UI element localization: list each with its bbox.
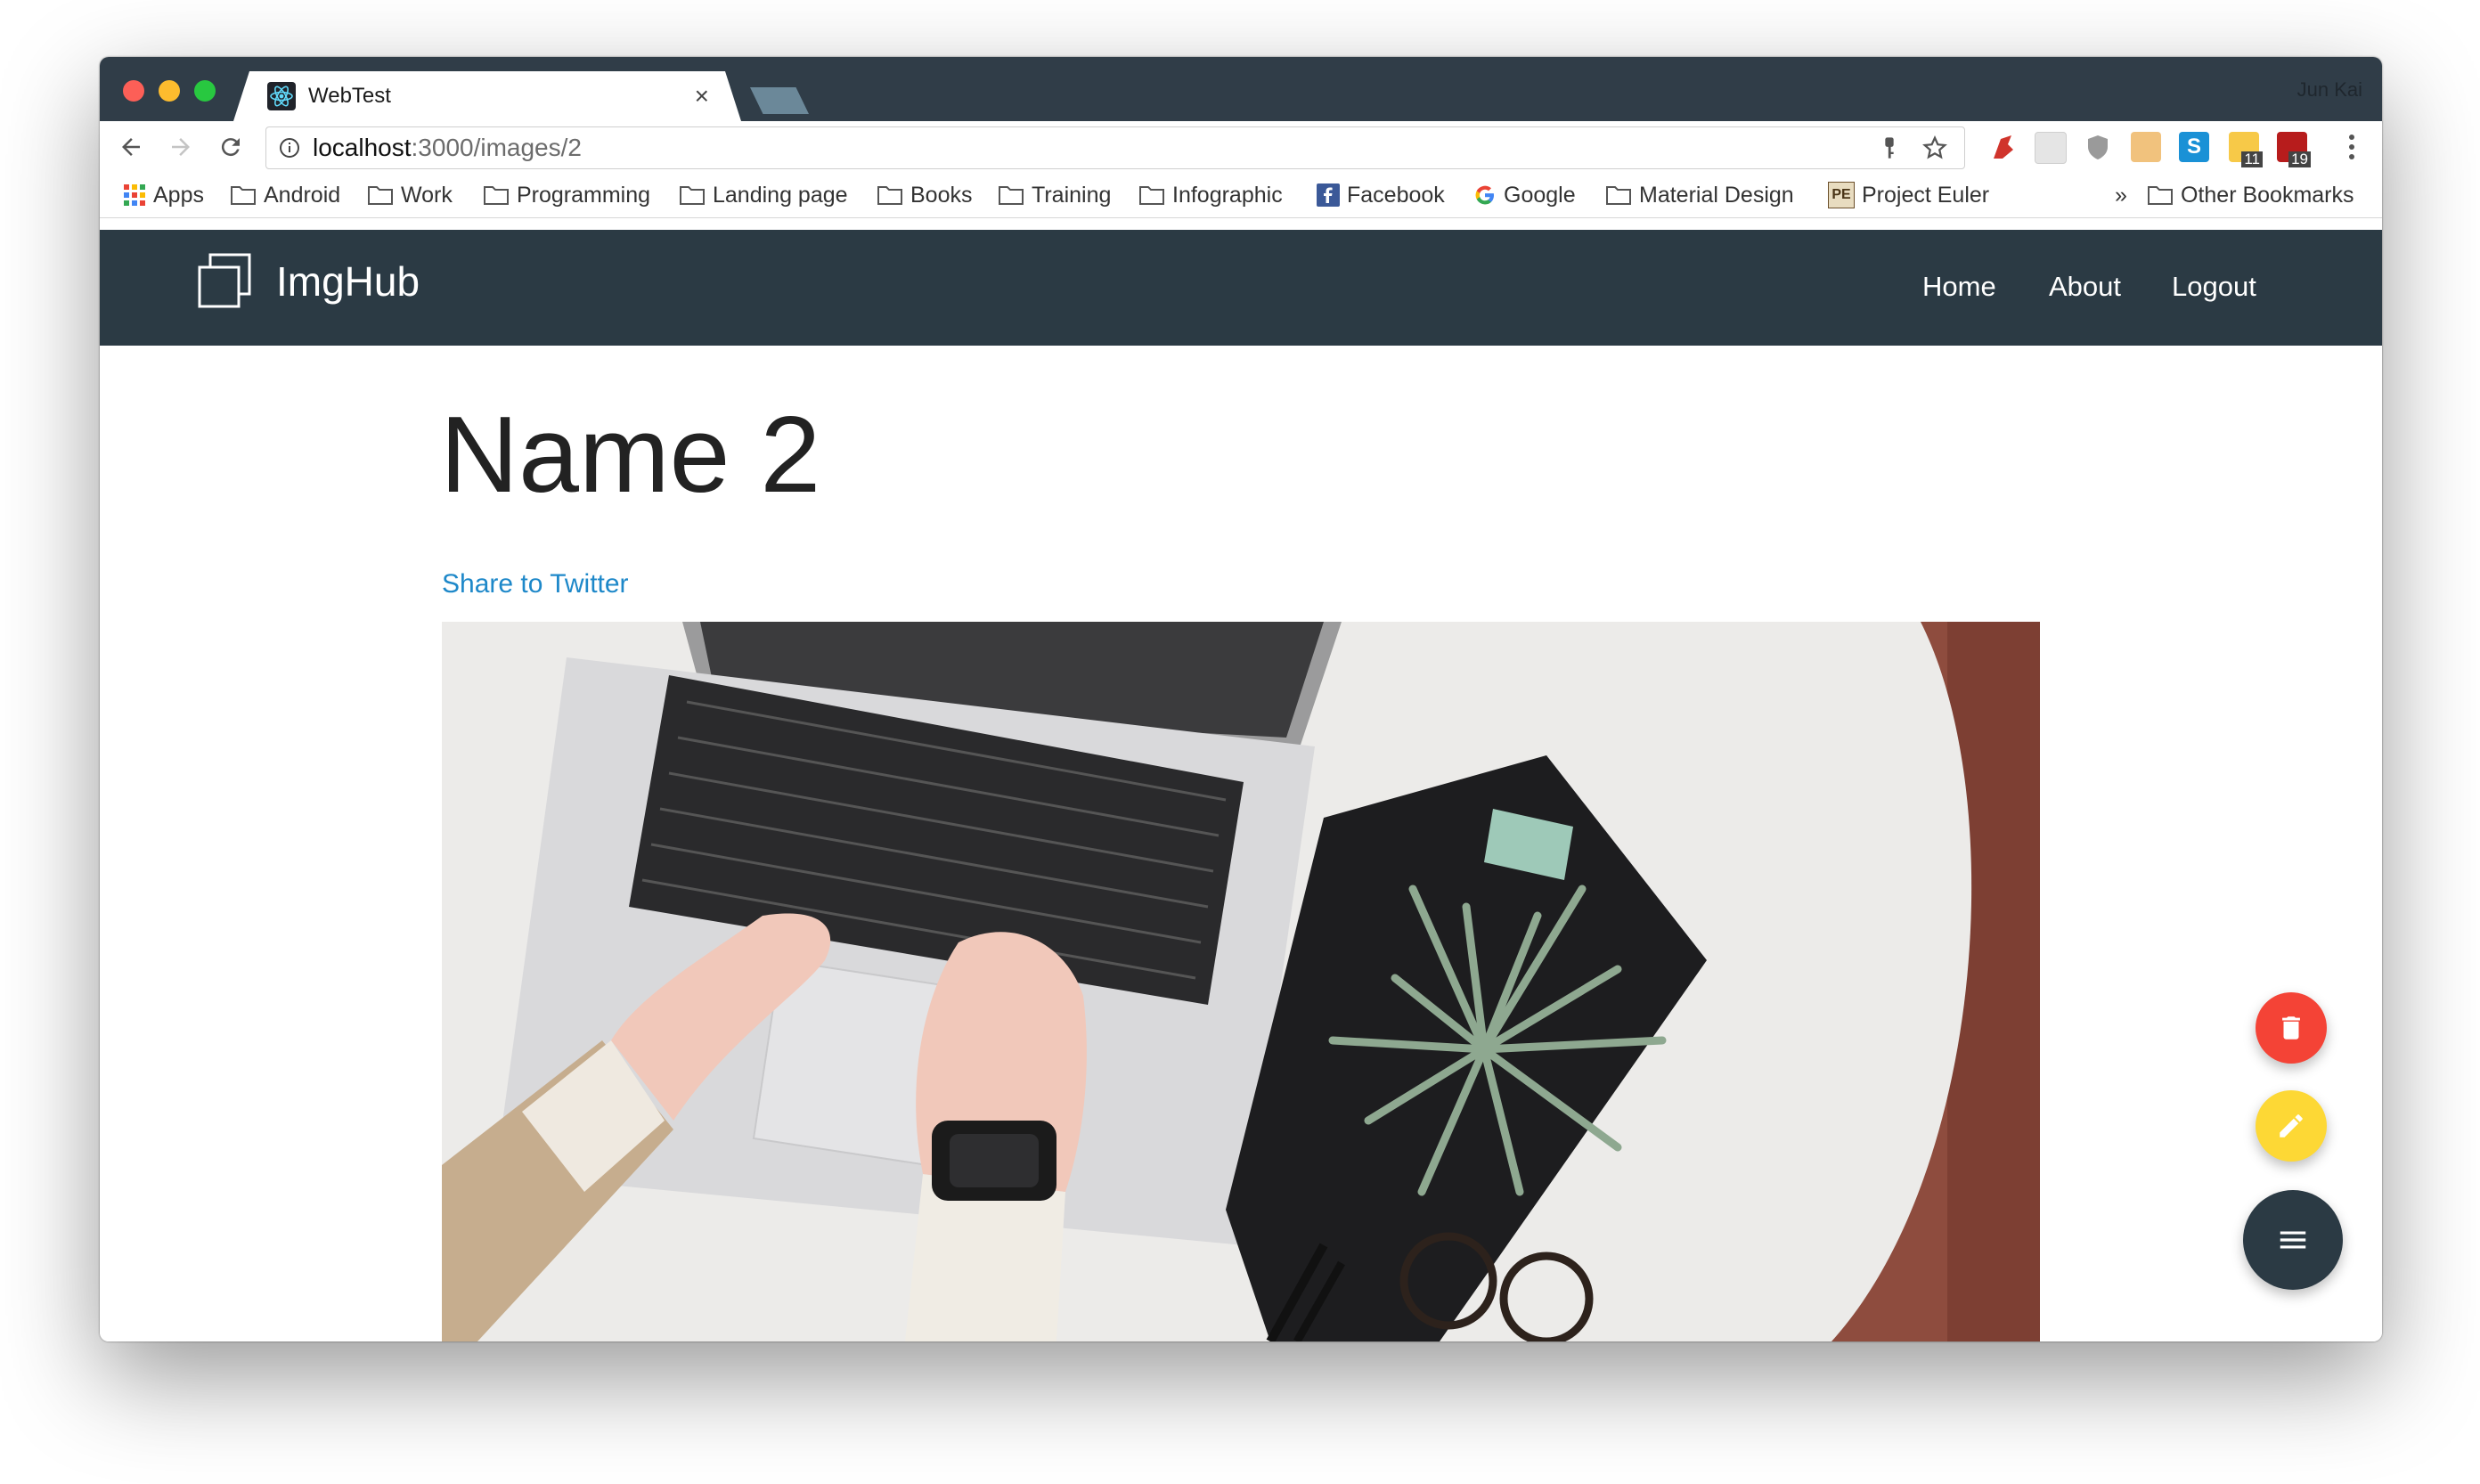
back-button[interactable] [114,130,148,164]
delete-button[interactable] [2256,992,2327,1064]
more-vert-icon[interactable] [2348,134,2355,160]
bookmark-label: Material Design [1639,182,1794,208]
image-photo [442,622,2040,1341]
menu-button[interactable] [2243,1190,2343,1290]
brand-name[interactable]: ImgHub [276,257,420,306]
skype-icon[interactable]: S [2179,132,2209,162]
bookmark-label: Android [264,182,341,208]
folder-icon [680,186,705,205]
folder-icon [1139,186,1164,205]
forward-button[interactable] [164,130,198,164]
info-icon[interactable] [279,137,300,159]
tab-title: WebTest [308,84,391,108]
pencil-icon [2280,1114,2303,1137]
new-tab-button[interactable] [750,87,809,114]
reload-icon [221,138,240,157]
bookmark-label: Programming [517,182,651,208]
bookmark-folder-landing-page[interactable]: Landing page [679,180,848,210]
bookmark-folder-books[interactable]: Books [877,180,972,210]
bookmark-project-euler[interactable]: PE Project Euler [1828,180,1989,210]
bookmark-google[interactable]: Google [1473,180,1576,210]
logo-icon[interactable] [196,253,253,310]
bookmark-label: Other Bookmarks [2181,182,2354,208]
bookmark-folder-programming[interactable]: Programming [483,180,650,210]
nav-link-home[interactable]: Home [1922,269,1996,305]
bookmark-label: Training [1032,182,1112,208]
trash-icon [2282,1016,2300,1040]
extension-red-icon[interactable] [1988,132,2019,162]
arrow-right-icon [172,138,190,156]
minimize-window-button[interactable] [159,80,180,102]
url-text[interactable]: localhost:3000/images/2 [313,135,582,161]
profile-name[interactable]: Jun Kai [2297,78,2362,102]
extension-face-icon[interactable] [2131,132,2161,162]
tab-webtest[interactable]: WebTest × [233,71,741,121]
bookmark-label: Landing page [713,182,848,208]
bookmark-label: Work [401,182,453,208]
page-content: Name 2 Share to Twitter [100,346,2382,1341]
address-bar[interactable]: localhost:3000/images/2 [265,126,1965,169]
edit-button[interactable] [2256,1090,2327,1162]
bookmark-label: Facebook [1347,182,1445,208]
bookmark-label: Project Euler [1862,182,1990,208]
browser-toolbar: localhost:3000/images/2 S 11 19 [100,121,2382,173]
bookmark-label: Infographic [1172,182,1283,208]
extension-grid-icon[interactable] [2035,132,2067,164]
shield-icon[interactable] [2083,132,2113,162]
extension-calendar-icon[interactable]: 11 [2229,132,2263,167]
bookmarks-bar: Apps Android Work Programming Landing pa… [100,173,2382,218]
arrow-left-icon [122,138,140,156]
facebook-icon [1317,183,1340,207]
folder-icon [368,186,393,205]
tab-strip: WebTest × Jun Kai [100,57,2382,121]
bookmark-folder-material-design[interactable]: Material Design [1605,180,1794,210]
extension-badge: 11 [2241,151,2263,167]
bookmark-facebook[interactable]: Facebook [1317,180,1445,210]
google-icon [1475,185,1494,205]
site-navbar: ImgHub Home About Logout [100,230,2382,346]
folder-icon [2148,186,2173,205]
url-path: :3000/images/2 [411,134,582,161]
photo-illustration [442,622,2040,1341]
nav-link-logout[interactable]: Logout [2172,269,2256,305]
nav-link-about[interactable]: About [2049,269,2121,305]
folder-icon [231,186,256,205]
browser-window: WebTest × Jun Kai localhost:3000/images/… [100,57,2382,1341]
url-host: localhost [313,134,412,161]
bookmark-apps[interactable]: Apps [123,180,204,210]
bookmark-label: Apps [153,182,204,208]
bookmark-folder-other[interactable]: Other Bookmarks [2147,180,2354,210]
bookmark-folder-training[interactable]: Training [998,180,1111,210]
page-title: Name 2 [440,394,821,515]
key-icon[interactable] [1877,135,1902,160]
bookmark-folder-infographic[interactable]: Infographic [1138,180,1283,210]
apps-grid-icon [124,184,145,206]
folder-icon [484,186,509,205]
project-euler-icon: PE [1828,182,1855,208]
folder-icon [999,186,1024,205]
maximize-window-button[interactable] [194,80,216,102]
bookmark-folder-android[interactable]: Android [230,180,340,210]
bookmark-folder-work[interactable]: Work [367,180,453,210]
bookmark-label: Google [1504,182,1576,208]
close-window-button[interactable] [123,80,144,102]
bookmark-star-icon[interactable] [1921,135,1948,161]
folder-icon [1606,186,1631,205]
folder-icon [877,186,902,205]
reload-button[interactable] [214,130,248,164]
hamburger-menu-icon [2280,1231,2306,1249]
close-tab-icon[interactable]: × [695,82,709,110]
share-to-twitter-link[interactable]: Share to Twitter [442,567,629,602]
react-icon [267,82,296,110]
chevron-double-right-icon: » [2115,182,2127,208]
extension-badge: 19 [2288,151,2311,167]
bookmark-label: Books [910,182,973,208]
extension-calendar-red-icon[interactable]: 19 [2277,132,2311,167]
bookmarks-overflow-button[interactable]: » [2115,180,2127,210]
